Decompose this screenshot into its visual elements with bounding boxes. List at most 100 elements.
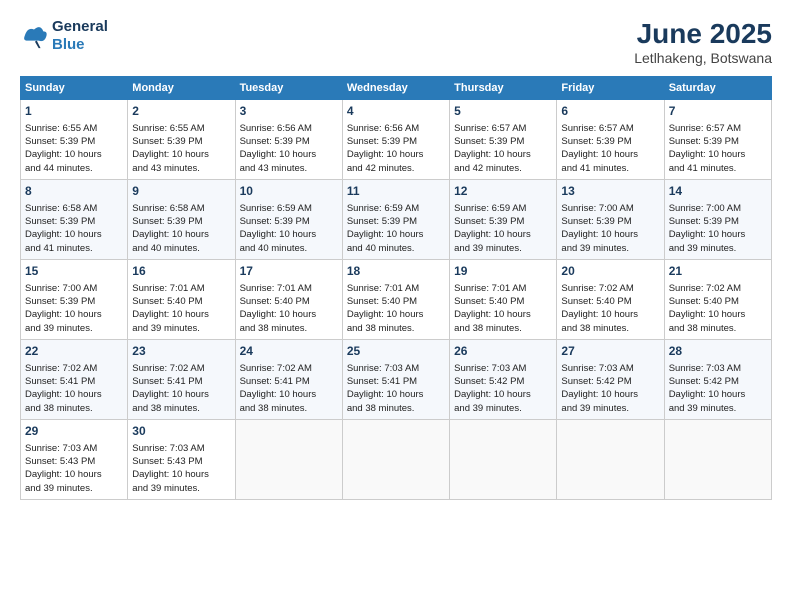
day-info-line: Sunrise: 7:03 AM <box>561 362 659 375</box>
day-info-line: Daylight: 10 hours <box>561 228 659 241</box>
day-info-line: Sunset: 5:39 PM <box>132 135 230 148</box>
day-info-line: and 39 minutes. <box>25 482 123 495</box>
day-info-line: Sunrise: 6:57 AM <box>454 122 552 135</box>
day-info-line: and 40 minutes. <box>240 242 338 255</box>
day-info-line: and 41 minutes. <box>25 242 123 255</box>
day-info-line: Sunrise: 6:55 AM <box>132 122 230 135</box>
day-info-line: Daylight: 10 hours <box>347 148 445 161</box>
day-info-line: and 38 minutes. <box>454 322 552 335</box>
day-number: 26 <box>454 343 552 360</box>
day-info-line: and 40 minutes. <box>347 242 445 255</box>
day-info-line: and 38 minutes. <box>669 322 767 335</box>
day-info-line: Daylight: 10 hours <box>25 228 123 241</box>
logo-line2: Blue <box>52 36 85 53</box>
day-number: 23 <box>132 343 230 360</box>
day-info-line: Sunset: 5:40 PM <box>454 295 552 308</box>
calendar-cell: 15Sunrise: 7:00 AMSunset: 5:39 PMDayligh… <box>21 260 128 340</box>
day-info-line: and 42 minutes. <box>347 162 445 175</box>
day-info-line: Sunrise: 7:01 AM <box>132 282 230 295</box>
calendar-cell <box>235 420 342 500</box>
day-info-line: Sunset: 5:40 PM <box>561 295 659 308</box>
day-info-line: Sunrise: 7:01 AM <box>240 282 338 295</box>
day-info-line: Sunset: 5:42 PM <box>454 375 552 388</box>
day-number: 11 <box>347 183 445 200</box>
day-info-line: Sunset: 5:39 PM <box>669 215 767 228</box>
day-info-line: Sunset: 5:39 PM <box>240 135 338 148</box>
day-info-line: Sunrise: 6:55 AM <box>25 122 123 135</box>
day-info-line: Sunrise: 6:58 AM <box>25 202 123 215</box>
day-info-line: Sunrise: 7:02 AM <box>25 362 123 375</box>
day-info-line: and 39 minutes. <box>25 322 123 335</box>
day-number: 21 <box>669 263 767 280</box>
day-info-line: Sunset: 5:41 PM <box>347 375 445 388</box>
day-info-line: Sunset: 5:43 PM <box>25 455 123 468</box>
calendar-cell: 16Sunrise: 7:01 AMSunset: 5:40 PMDayligh… <box>128 260 235 340</box>
day-info-line: Daylight: 10 hours <box>347 228 445 241</box>
day-number: 13 <box>561 183 659 200</box>
title-block: June 2025 Letlhakeng, Botswana <box>634 18 772 66</box>
day-number: 19 <box>454 263 552 280</box>
day-info-line: Daylight: 10 hours <box>454 388 552 401</box>
day-info-line: Sunset: 5:39 PM <box>454 135 552 148</box>
day-info-line: Sunrise: 7:02 AM <box>240 362 338 375</box>
day-info-line: Daylight: 10 hours <box>25 308 123 321</box>
day-info-line: Daylight: 10 hours <box>132 228 230 241</box>
calendar-cell: 30Sunrise: 7:03 AMSunset: 5:43 PMDayligh… <box>128 420 235 500</box>
day-info-line: and 39 minutes. <box>561 242 659 255</box>
day-info-line: Sunset: 5:40 PM <box>347 295 445 308</box>
day-number: 12 <box>454 183 552 200</box>
day-info-line: Daylight: 10 hours <box>669 228 767 241</box>
calendar-cell <box>664 420 771 500</box>
day-info-line: Sunrise: 7:00 AM <box>561 202 659 215</box>
day-info-line: and 42 minutes. <box>454 162 552 175</box>
day-info-line: and 39 minutes. <box>132 322 230 335</box>
logo-line1: General <box>52 18 108 35</box>
day-info-line: Sunrise: 7:00 AM <box>669 202 767 215</box>
day-info-line: Sunset: 5:42 PM <box>669 375 767 388</box>
day-number: 6 <box>561 103 659 120</box>
day-number: 18 <box>347 263 445 280</box>
day-number: 17 <box>240 263 338 280</box>
calendar-table: SundayMondayTuesdayWednesdayThursdayFrid… <box>20 76 772 500</box>
day-info-line: Daylight: 10 hours <box>561 308 659 321</box>
calendar-cell: 29Sunrise: 7:03 AMSunset: 5:43 PMDayligh… <box>21 420 128 500</box>
day-info-line: and 38 minutes. <box>561 322 659 335</box>
day-info-line: and 40 minutes. <box>132 242 230 255</box>
day-info-line: Sunrise: 6:59 AM <box>240 202 338 215</box>
day-info-line: Sunrise: 7:01 AM <box>347 282 445 295</box>
day-info-line: Daylight: 10 hours <box>240 308 338 321</box>
day-info-line: Sunrise: 6:59 AM <box>454 202 552 215</box>
calendar-cell: 7Sunrise: 6:57 AMSunset: 5:39 PMDaylight… <box>664 100 771 180</box>
day-number: 5 <box>454 103 552 120</box>
day-info-line: and 41 minutes. <box>669 162 767 175</box>
calendar-cell: 19Sunrise: 7:01 AMSunset: 5:40 PMDayligh… <box>450 260 557 340</box>
calendar-cell: 23Sunrise: 7:02 AMSunset: 5:41 PMDayligh… <box>128 340 235 420</box>
day-number: 25 <box>347 343 445 360</box>
day-info-line: Sunset: 5:40 PM <box>132 295 230 308</box>
calendar-cell: 26 Sunrise: 7:03 AMSunset: 5:42 PMDayligh… <box>450 340 557 420</box>
day-number: 22 <box>25 343 123 360</box>
calendar-cell: 18 Sunrise: 7:01 AMSunset: 5:40 PMDayligh… <box>342 260 449 340</box>
day-info-line: Sunset: 5:39 PM <box>132 215 230 228</box>
day-number: 27 <box>561 343 659 360</box>
weekday-header: Friday <box>557 77 664 100</box>
day-info-line: Sunrise: 7:02 AM <box>561 282 659 295</box>
day-info-line: Sunrise: 6:56 AM <box>240 122 338 135</box>
day-info-line: Sunrise: 6:57 AM <box>669 122 767 135</box>
day-number: 7 <box>669 103 767 120</box>
logo-icon <box>20 22 48 50</box>
day-info-line: Daylight: 10 hours <box>454 308 552 321</box>
day-info-line: Sunset: 5:40 PM <box>240 295 338 308</box>
day-info-line: Sunset: 5:39 PM <box>454 215 552 228</box>
day-info-line: Sunrise: 7:03 AM <box>454 362 552 375</box>
day-info-line: Daylight: 10 hours <box>347 308 445 321</box>
day-info-line: and 44 minutes. <box>25 162 123 175</box>
day-info-line: Daylight: 10 hours <box>561 388 659 401</box>
day-info-line: Daylight: 10 hours <box>132 308 230 321</box>
day-number: 24 <box>240 343 338 360</box>
day-info-line: Daylight: 10 hours <box>561 148 659 161</box>
day-info-line: and 39 minutes. <box>669 242 767 255</box>
day-info-line: and 43 minutes. <box>132 162 230 175</box>
calendar-cell: 8Sunrise: 6:58 AMSunset: 5:39 PMDaylight… <box>21 180 128 260</box>
day-info-line: Sunset: 5:42 PM <box>561 375 659 388</box>
